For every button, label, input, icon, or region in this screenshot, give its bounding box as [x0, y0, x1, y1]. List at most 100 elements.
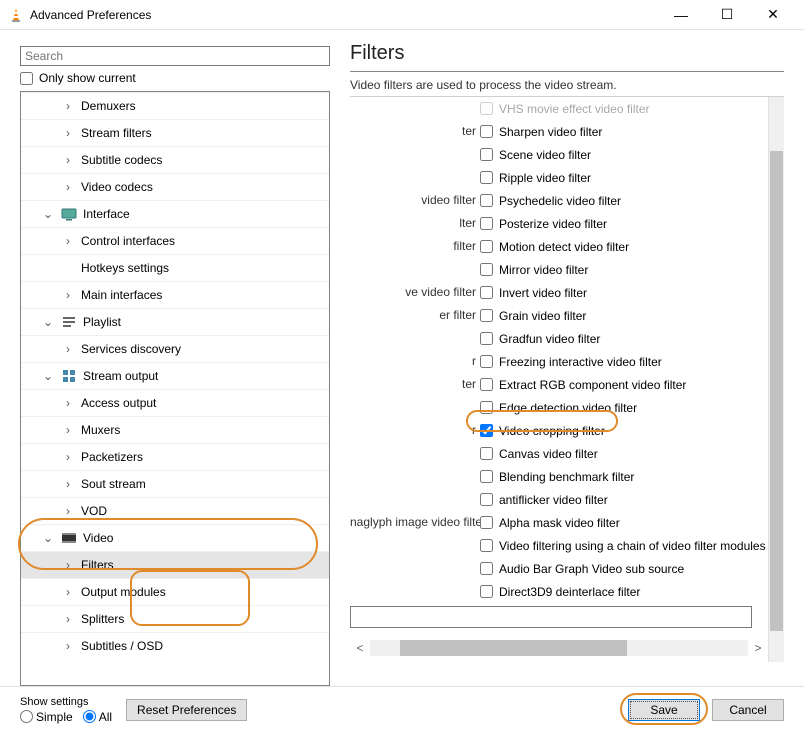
- filter-vhs-movie-effect-video-filter[interactable]: VHS movie effect video filter: [480, 97, 768, 120]
- filter-extract-rgb-component-video-filter[interactable]: Extract RGB component video filter: [480, 373, 768, 396]
- filter-checkbox[interactable]: [480, 194, 493, 207]
- tree-item-packetizers[interactable]: ›Packetizers: [21, 443, 329, 470]
- tree-item-main-interfaces[interactable]: ›Main interfaces: [21, 281, 329, 308]
- cancel-button[interactable]: Cancel: [712, 699, 784, 721]
- filter-checkbox[interactable]: [480, 585, 493, 598]
- horizontal-scrollbar[interactable]: [370, 640, 748, 656]
- filter-checkbox[interactable]: [480, 286, 493, 299]
- filter-grain-video-filter[interactable]: Grain video filter: [480, 304, 768, 327]
- filter-sharpen-video-filter[interactable]: Sharpen video filter: [480, 120, 768, 143]
- filter-checkbox[interactable]: [480, 102, 493, 115]
- tree-item-control-interfaces[interactable]: ›Control interfaces: [21, 227, 329, 254]
- tree-item-hotkeys-settings[interactable]: Hotkeys settings: [21, 254, 329, 281]
- filter-scene-video-filter[interactable]: Scene video filter: [480, 143, 768, 166]
- only-show-current-checkbox[interactable]: Only show current: [20, 71, 336, 85]
- maximize-button[interactable]: ☐: [704, 0, 750, 30]
- left-label-fragment: lter: [350, 212, 480, 235]
- filter-checkbox[interactable]: [480, 171, 493, 184]
- filter-edge-detection-video-filter[interactable]: Edge detection video filter: [480, 396, 768, 419]
- tree-item-output-modules[interactable]: ›Output modules: [21, 578, 329, 605]
- tree-item-subtitle-codecs[interactable]: ›Subtitle codecs: [21, 146, 329, 173]
- filter-gradfun-video-filter[interactable]: Gradfun video filter: [480, 327, 768, 350]
- filter-mirror-video-filter[interactable]: Mirror video filter: [480, 258, 768, 281]
- chevron-right-icon: ›: [61, 153, 75, 167]
- filter-checkbox[interactable]: [480, 447, 493, 460]
- scroll-left-arrow[interactable]: <: [350, 641, 370, 655]
- tree-item-filters[interactable]: ›Filters: [21, 551, 329, 578]
- tree-item-label: Control interfaces: [81, 234, 175, 248]
- tree-item-subtitles-osd[interactable]: ›Subtitles / OSD: [21, 632, 329, 659]
- filter-video-filtering-using-a-chain-of-video-filter-modules[interactable]: Video filtering using a chain of video f…: [480, 534, 768, 557]
- tree-item-label: Stream output: [83, 369, 158, 383]
- filter-freezing-interactive-video-filter[interactable]: Freezing interactive video filter: [480, 350, 768, 373]
- tree-item-access-output[interactable]: ›Access output: [21, 389, 329, 416]
- filter-invert-video-filter[interactable]: Invert video filter: [480, 281, 768, 304]
- tree-item-demuxers[interactable]: ›Demuxers: [21, 92, 329, 119]
- tree-item-vod[interactable]: ›VOD: [21, 497, 329, 524]
- filter-motion-detect-video-filter[interactable]: Motion detect video filter: [480, 235, 768, 258]
- tree-item-muxers[interactable]: ›Muxers: [21, 416, 329, 443]
- filter-ripple-video-filter[interactable]: Ripple video filter: [480, 166, 768, 189]
- filter-psychedelic-video-filter[interactable]: Psychedelic video filter: [480, 189, 768, 212]
- filter-checkbox[interactable]: [480, 424, 493, 437]
- filter-audio-bar-graph-video-sub-source[interactable]: Audio Bar Graph Video sub source: [480, 557, 768, 580]
- close-button[interactable]: ✕: [750, 0, 796, 30]
- filter-checkbox[interactable]: [480, 401, 493, 414]
- filter-posterize-video-filter[interactable]: Posterize video filter: [480, 212, 768, 235]
- tree-item-video[interactable]: ⌄Video: [21, 524, 329, 551]
- filter-direct3d9-deinterlace-filter[interactable]: Direct3D9 deinterlace filter: [480, 580, 768, 603]
- filter-checkbox[interactable]: [480, 148, 493, 161]
- tree-item-playlist[interactable]: ⌄Playlist: [21, 308, 329, 335]
- filter-checkbox[interactable]: [480, 217, 493, 230]
- chevron-right-icon: ›: [61, 612, 75, 626]
- show-settings-group: Show settings Simple All: [20, 696, 112, 724]
- search-input[interactable]: [20, 46, 330, 66]
- filter-label: VHS movie effect video filter: [499, 102, 650, 116]
- filter-checkbox[interactable]: [480, 378, 493, 391]
- preferences-tree[interactable]: ›Demuxers›Stream filters›Subtitle codecs…: [20, 91, 330, 686]
- filter-text-input[interactable]: [350, 606, 752, 628]
- filter-checkbox[interactable]: [480, 493, 493, 506]
- only-show-current-box[interactable]: [20, 72, 33, 85]
- filter-checkbox[interactable]: [480, 332, 493, 345]
- tree-item-label: Services discovery: [81, 342, 181, 356]
- filter-blending-benchmark-filter[interactable]: Blending benchmark filter: [480, 465, 768, 488]
- left-label-fragment: [350, 534, 480, 557]
- filter-video-cropping-filter[interactable]: Video cropping filter: [480, 419, 768, 442]
- filter-checkbox[interactable]: [480, 309, 493, 322]
- interface-icon: [61, 206, 77, 222]
- filter-checkbox[interactable]: [480, 125, 493, 138]
- filter-checkbox[interactable]: [480, 539, 493, 552]
- left-label-fragment: [350, 97, 480, 120]
- filter-label: Psychedelic video filter: [499, 194, 621, 208]
- filter-checkbox[interactable]: [480, 355, 493, 368]
- filter-label: Motion detect video filter: [499, 240, 629, 254]
- tree-item-stream-output[interactable]: ⌄Stream output: [21, 362, 329, 389]
- tree-item-interface[interactable]: ⌄Interface: [21, 200, 329, 227]
- filter-checkbox[interactable]: [480, 263, 493, 276]
- filter-canvas-video-filter[interactable]: Canvas video filter: [480, 442, 768, 465]
- vertical-scrollbar[interactable]: [768, 97, 784, 662]
- radio-simple[interactable]: Simple: [20, 710, 73, 724]
- tree-item-services-discovery[interactable]: ›Services discovery: [21, 335, 329, 362]
- tree-item-sout-stream[interactable]: ›Sout stream: [21, 470, 329, 497]
- filter-antiflicker-video-filter[interactable]: antiflicker video filter: [480, 488, 768, 511]
- minimize-button[interactable]: —: [658, 0, 704, 30]
- scroll-right-arrow[interactable]: >: [748, 641, 768, 655]
- filter-checkbox[interactable]: [480, 470, 493, 483]
- filter-checkbox[interactable]: [480, 516, 493, 529]
- filter-checkbox[interactable]: [480, 562, 493, 575]
- tree-item-label: Hotkeys settings: [81, 261, 169, 275]
- reset-preferences-button[interactable]: Reset Preferences: [126, 699, 247, 721]
- left-label-fragment: [350, 442, 480, 465]
- tree-item-stream-filters[interactable]: ›Stream filters: [21, 119, 329, 146]
- filter-alpha-mask-video-filter[interactable]: Alpha mask video filter: [480, 511, 768, 534]
- tree-item-video-codecs[interactable]: ›Video codecs: [21, 173, 329, 200]
- radio-all[interactable]: All: [83, 710, 112, 724]
- chevron-down-icon: ⌄: [41, 531, 55, 545]
- left-label-fragment: [350, 396, 480, 419]
- filter-label: Direct3D9 deinterlace filter: [499, 585, 640, 599]
- filter-checkbox[interactable]: [480, 240, 493, 253]
- save-button[interactable]: Save: [628, 699, 700, 721]
- tree-item-splitters[interactable]: ›Splitters: [21, 605, 329, 632]
